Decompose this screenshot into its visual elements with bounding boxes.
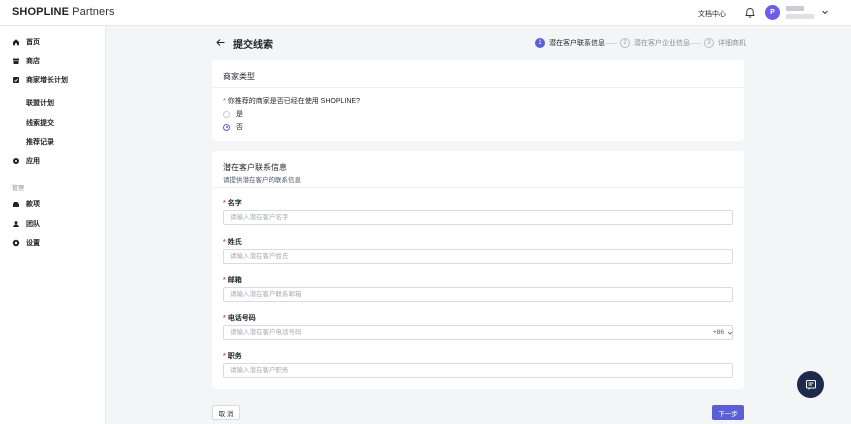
step-number: 2 [620,38,630,48]
phone-input[interactable] [223,325,733,340]
sidebar-subitem-lead-submit[interactable]: 线索提交 [26,118,54,128]
sidebar-item-store[interactable]: 商店 [12,55,40,67]
step-connector [689,43,701,44]
last-name-input[interactable] [223,249,733,264]
required-mark: * [223,239,226,246]
step-label: 潜在客户联系信息 [549,40,605,47]
home-icon [13,39,19,46]
sidebar-item-label: 款项 [26,201,40,208]
sidebar-item-label: 商家增长计划 [26,77,68,84]
logo-brand: SHOPLINE [12,6,70,18]
job-title-label: * 职务 [223,351,242,361]
country-code-select[interactable]: +86 [713,329,733,336]
step-label: 详细商机 [718,40,746,47]
email-label: * 邮箱 [223,275,242,285]
sidebar-item-home[interactable]: 首页 [12,36,40,48]
account-name-redacted [786,6,804,11]
sidebar-subitem-referral-records[interactable]: 推荐记录 [26,137,54,147]
sidebar-subitem-affiliate[interactable]: 联盟计划 [26,98,54,108]
divider [212,187,744,188]
shopline-partners-logo[interactable]: SHOPLINE Partners [12,6,115,18]
required-mark: * [223,200,226,207]
contact-info-subtitle: 请提供潜在客户的联系信息 [223,177,301,184]
page-title: 提交线索 [233,40,273,51]
step-number: 3 [704,38,714,48]
sidebar-item-label: 应用 [26,158,40,165]
sidebar-item-settings[interactable]: 设置 [12,237,40,249]
step-number: 1 [535,38,545,48]
step-3: 3 详细商机 [704,38,746,48]
avatar[interactable]: P [765,5,780,20]
contact-info-card: 潜在客户联系信息 请提供潜在客户的联系信息 *名字 *姓氏 *邮箱 *电话号码 … [212,151,744,389]
first-name-input[interactable] [223,210,733,225]
first-name-label: * 名字 [223,198,242,208]
sidebar: 首页 商店 商家增长计划 联盟计划 线索提交 推荐记录 应用 管理 款项 团队 … [0,26,106,424]
next-step-button[interactable]: 下一步 [712,405,744,420]
page-header: 提交线索 1 潜在客户联系信息 2 潜在客户企业信息 3 详细商机 [212,34,746,52]
chevron-down-icon[interactable] [821,8,829,16]
required-mark: * [223,315,226,322]
required-mark: * [223,353,226,360]
required-mark: * [223,277,226,284]
sidebar-item-payments[interactable]: 款项 [12,198,40,210]
step-2: 2 潜在客户企业信息 [620,38,690,48]
shopline-usage-question: * 你推荐的商家是否已经在使用 SHOPLINE? [223,96,360,106]
divider [212,87,744,88]
top-bar: SHOPLINE Partners 文档中心 P [0,0,851,26]
radio-yes[interactable] [223,110,230,118]
sidebar-item-apps[interactable]: 应用 [12,155,40,167]
merchant-type-card: 商家类型 * 你推荐的商家是否已经在使用 SHOPLINE? 是 否 [212,60,744,141]
question-text: 你推荐的商家是否已经在使用 SHOPLINE? [227,98,360,105]
contact-info-title: 潜在客户联系信息 [223,163,287,172]
sidebar-item-team[interactable]: 团队 [12,218,40,230]
doc-center-link[interactable]: 文档中心 [698,9,726,19]
country-code-value: +86 [712,329,724,336]
step-1: 1 潜在客户联系信息 [535,38,605,48]
back-arrow-icon[interactable] [215,37,226,48]
radio-option-no[interactable]: 否 [223,122,243,132]
apps-icon [13,158,19,164]
settings-icon [12,239,20,247]
radio-label: 是 [236,111,243,118]
sidebar-item-label: 首页 [26,39,40,46]
merchant-type-title: 商家类型 [223,72,255,81]
label-text: 名字 [227,200,242,207]
cancel-button[interactable]: 取 消 [212,405,240,420]
payments-icon [13,202,19,207]
radio-option-yes[interactable]: 是 [223,109,243,119]
label-text: 电话号码 [227,315,256,322]
label-text: 姓氏 [227,239,242,246]
step-label: 潜在客户企业信息 [634,40,690,47]
account-email-redacted [786,14,814,19]
label-text: 邮箱 [227,277,242,284]
radio-no[interactable] [223,123,230,131]
sidebar-section-manage: 管理 [12,186,25,192]
sidebar-item-growth-plan[interactable]: 商家增长计划 [12,74,68,86]
sidebar-item-label: 设置 [26,240,40,247]
label-text: 职务 [227,353,242,360]
chevron-down-icon [727,331,733,335]
team-icon [13,221,19,227]
chat-icon [805,379,816,390]
radio-label: 否 [236,124,243,131]
step-connector [605,43,617,44]
email-input[interactable] [223,287,733,302]
sidebar-item-label: 团队 [26,221,40,228]
logo-sub: Partners [69,6,115,18]
required-mark: * [223,98,226,105]
last-name-label: * 姓氏 [223,237,242,247]
growth-plan-icon [13,77,19,83]
bell-icon[interactable] [744,7,756,19]
phone-label: * 电话号码 [223,313,256,323]
chat-button[interactable] [797,371,824,398]
store-icon [13,58,19,64]
sidebar-item-label: 商店 [26,58,40,65]
job-title-input[interactable] [223,363,733,378]
